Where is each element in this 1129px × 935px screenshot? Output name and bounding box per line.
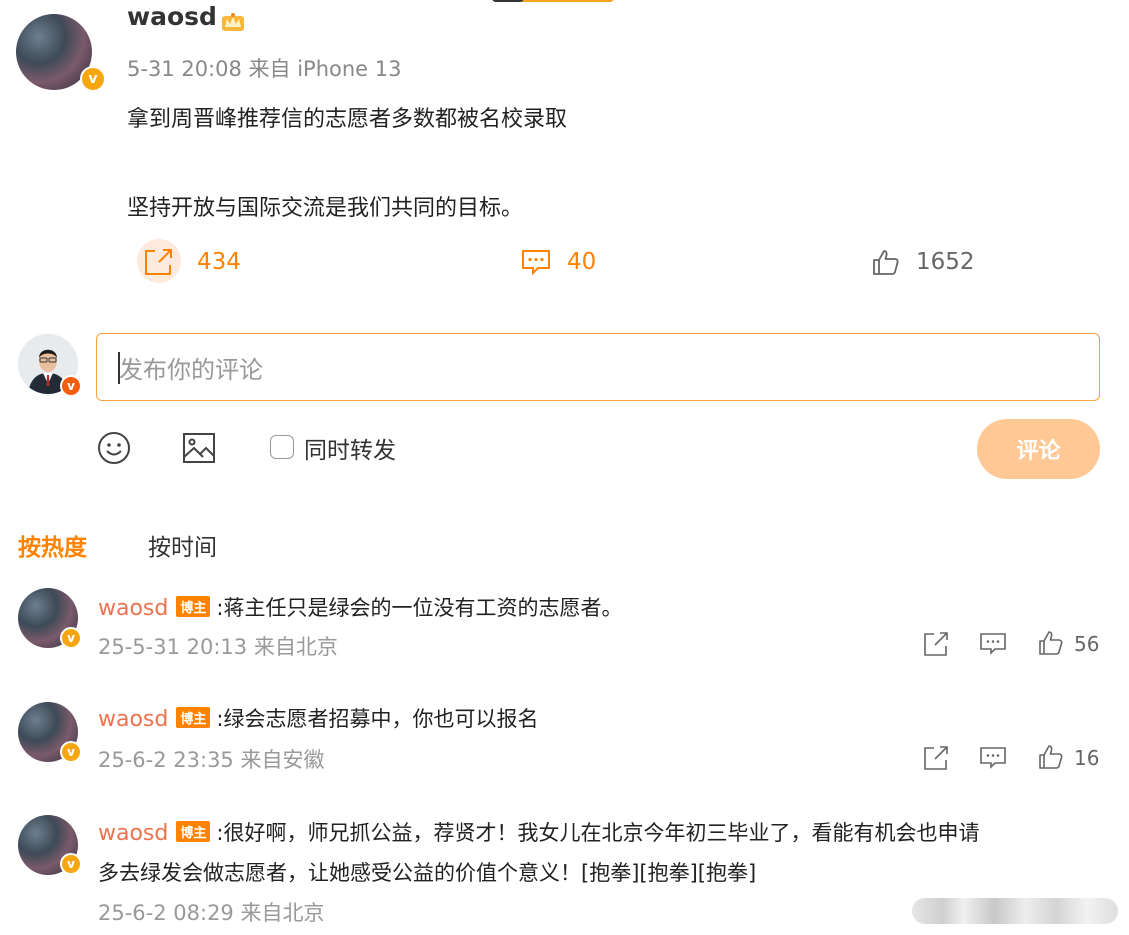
repost-icon[interactable] (923, 631, 949, 657)
reply-icon[interactable] (980, 631, 1006, 657)
repost-checkbox[interactable] (270, 435, 294, 459)
verified-badge-icon: v (80, 66, 106, 92)
comment-meta: 25-6-2 08:29 来自北京 (98, 901, 325, 925)
comment-icon (522, 250, 550, 276)
blurred-actions (912, 898, 1118, 924)
post-time: 5-31 20:08 (127, 57, 242, 81)
verified-badge-icon: v (60, 741, 82, 763)
thumbs-up-icon (873, 250, 899, 275)
thumbs-up-icon[interactable] (1038, 630, 1064, 656)
author-name[interactable]: waosd (127, 2, 217, 31)
comment-like-count: 16 (1074, 746, 1100, 770)
repost-checkbox-label[interactable]: 同时转发 (304, 431, 396, 465)
repost-count: 434 (197, 249, 241, 275)
post-text-line-1: 拿到周晋峰推荐信的志愿者多数都被名校录取 (127, 107, 568, 132)
owner-tag: 博主 (176, 707, 211, 728)
comment-input-placeholder: 发布你的评论 (119, 355, 263, 384)
comment-meta: 25-5-31 20:13 来自北京 (98, 635, 338, 659)
image-icon[interactable] (181, 430, 217, 466)
tab-sort-hot[interactable]: 按热度 (18, 528, 87, 562)
owner-tag: 博主 (176, 596, 211, 617)
comment-like-count: 56 (1074, 632, 1100, 656)
emoji-icon[interactable] (96, 430, 132, 466)
post-meta: 5-31 20:08 来自 iPhone 13 (127, 53, 402, 83)
post-text-line-2: 坚持开放与国际交流是我们共同的目标。 (127, 196, 524, 221)
repost-icon (145, 249, 172, 275)
comment-line: waosd 博主:蒋主任只是绿会的一位没有工资的志愿者。 (98, 592, 622, 622)
comment-text: :绿会志愿者招募中，你也可以报名 (216, 707, 539, 731)
reply-icon[interactable] (980, 745, 1006, 771)
like-count: 1652 (916, 249, 975, 275)
thumbs-up-icon[interactable] (1038, 744, 1064, 770)
comment-line: waosd 博主:绿会志愿者招募中，你也可以报名 (98, 703, 538, 733)
verified-badge-icon: v (60, 853, 82, 875)
comment-text: :很好啊，师兄抓公益，荐贤才！我女儿在北京今年初三毕业了，看能有机会也申请 (216, 821, 980, 845)
comment-line: waosd 博主:很好啊，师兄抓公益，荐贤才！我女儿在北京今年初三毕业了，看能有机… (98, 817, 979, 847)
verified-badge-icon: v (60, 627, 82, 649)
repost-icon[interactable] (923, 745, 949, 771)
owner-tag: 博主 (176, 821, 211, 842)
commenter-name[interactable]: waosd (98, 821, 168, 846)
repost-button[interactable]: 434 (137, 243, 241, 281)
comment-button[interactable]: 40 (521, 243, 596, 281)
comment-text: :蒋主任只是绿会的一位没有工资的志愿者。 (216, 596, 623, 620)
post-source: 来自 iPhone 13 (248, 57, 402, 81)
comment-count: 40 (567, 249, 597, 275)
like-button[interactable]: 1652 (872, 243, 975, 281)
comment-text-continued: 多去绿发会做志愿者，让她感受公益的价值个意义！[抱拳][抱拳][抱拳] (98, 861, 757, 885)
tab-sort-time[interactable]: 按时间 (148, 528, 217, 562)
comment-input[interactable]: 发布你的评论 (96, 333, 1100, 401)
commenter-name[interactable]: waosd (98, 707, 168, 732)
top-clipped-element (492, 0, 614, 2)
my-verified-badge-icon: v (60, 375, 82, 397)
crown-icon (222, 13, 244, 31)
text-caret (118, 352, 120, 384)
comment-meta: 25-6-2 23:35 来自安徽 (98, 748, 325, 772)
submit-comment-button[interactable]: 评论 (977, 419, 1100, 479)
commenter-name[interactable]: waosd (98, 596, 168, 621)
